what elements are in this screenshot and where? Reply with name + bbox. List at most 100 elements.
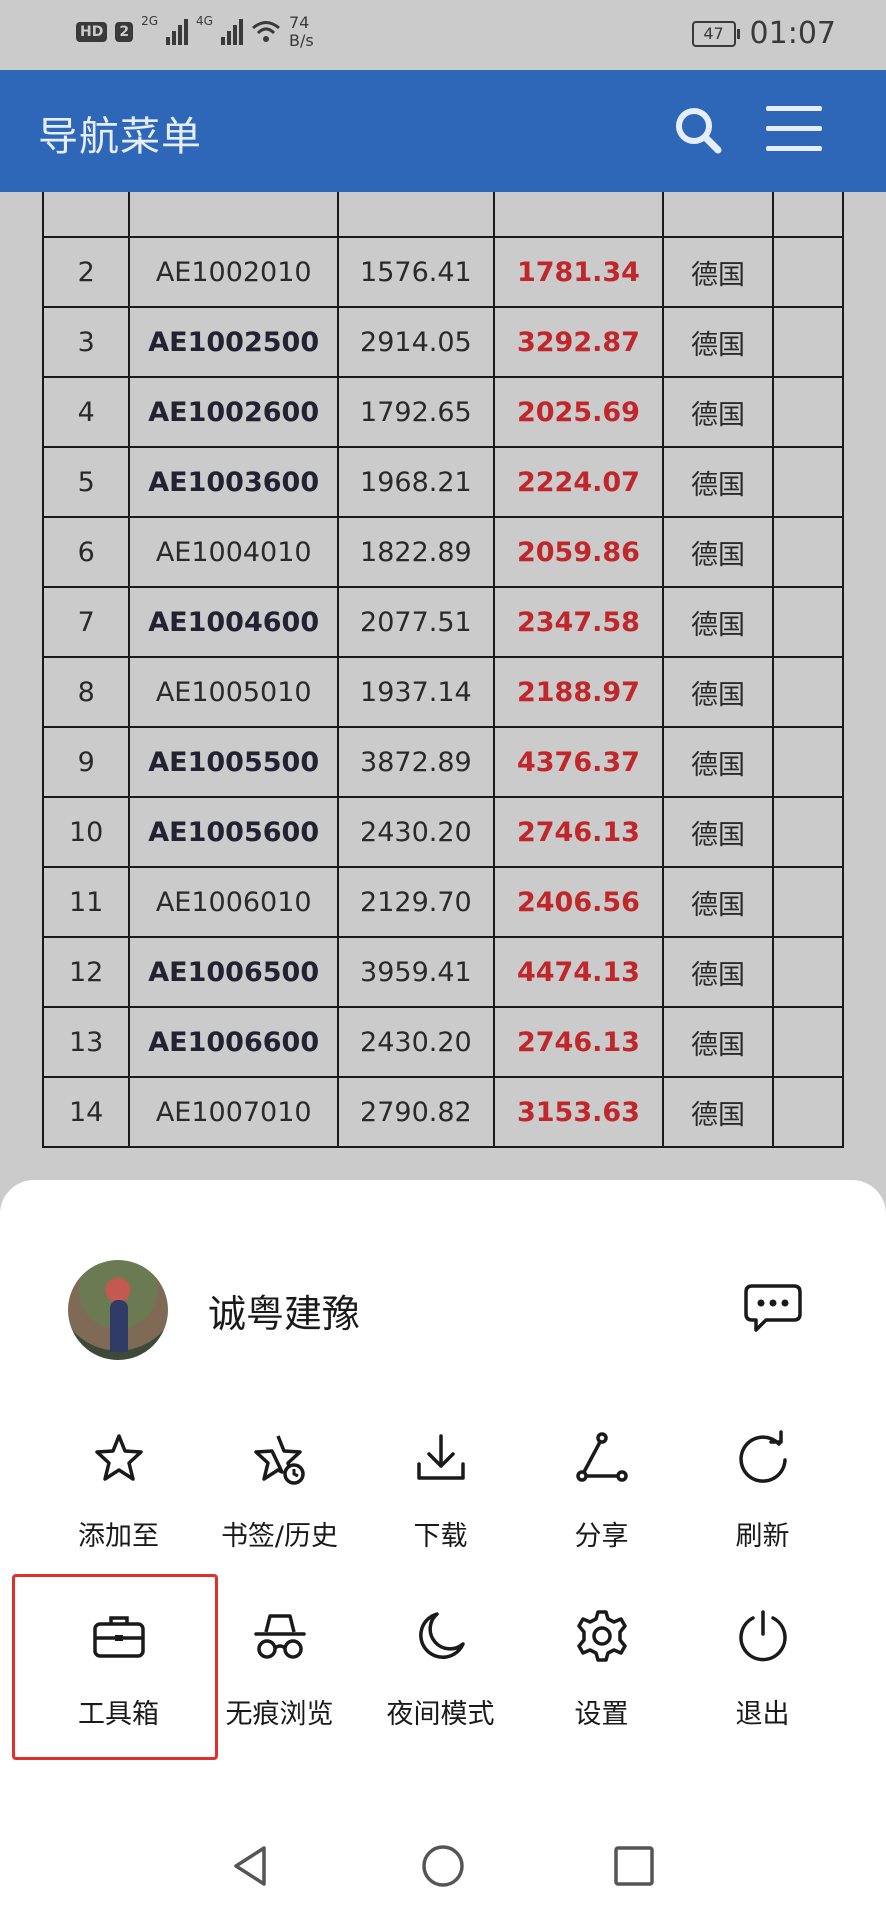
list-price: 1968.21	[337, 446, 495, 518]
empty-cell	[771, 446, 844, 518]
power-icon	[738, 1610, 787, 1662]
origin-country: 德国	[662, 796, 774, 868]
menu-item-share[interactable]: 分享	[521, 1430, 682, 1608]
row-number: 10	[42, 796, 131, 868]
row-number: 12	[42, 936, 131, 1008]
list-price: 2129.70	[337, 866, 495, 938]
sale-price: 2406.56	[492, 866, 665, 938]
list-price: 1822.89	[337, 516, 495, 588]
empty-cell	[771, 236, 844, 308]
table-row: 13 AE1006600 2430.20 2746.13 德国	[42, 1006, 844, 1078]
star-icon	[94, 1434, 143, 1481]
row-number: 7	[42, 586, 131, 658]
network-type-2: 4G	[196, 14, 213, 28]
hamburger-icon[interactable]	[766, 106, 824, 154]
row-number: 5	[42, 446, 131, 518]
list-price: 1576.41	[337, 236, 495, 308]
menu-item-bookmarks-history[interactable]: 书签/历史	[199, 1430, 360, 1608]
list-price: 3959.41	[337, 936, 495, 1008]
table-row: 9 AE1005500 3872.89 4376.37 德国	[42, 726, 844, 798]
sale-price: 3292.87	[492, 306, 665, 378]
menu-item-refresh[interactable]: 刷新	[682, 1430, 843, 1608]
speed-unit: B/s	[288, 31, 314, 50]
menu-item-label: 设置	[574, 1699, 629, 1730]
share-icon	[575, 1432, 628, 1482]
bottom-sheet-menu: 诚粤建豫 添加至 书签/历史 下载 分享 刷新 工具箱 无痕浏览 夜间模式 设置…	[0, 1180, 886, 1920]
product-code: AE1004010	[128, 516, 340, 588]
product-code: AE1002010	[128, 236, 340, 308]
avatar[interactable]	[68, 1260, 168, 1360]
chat-bubble-icon[interactable]	[744, 1282, 802, 1334]
refresh-icon	[738, 1430, 787, 1483]
sale-price: 2347.58	[492, 586, 665, 658]
empty-cell	[771, 726, 844, 798]
sale-price: 2746.13	[492, 1006, 665, 1078]
origin-country: 德国	[662, 446, 774, 518]
price-table-body: 2 AE1002010 1576.41 1781.34 德国 3 AE1002500 2914…	[42, 192, 844, 1148]
status-left: HD 2 2G 4G 74 B/s	[76, 14, 314, 50]
list-price: 1937.14	[337, 656, 495, 728]
toolbox-highlight-box	[12, 1574, 218, 1760]
clock: 01:07	[749, 16, 836, 51]
table-row: 2 AE1002010 1576.41 1781.34 德国	[42, 236, 844, 308]
system-nav-bar	[0, 1820, 886, 1920]
row-number: 14	[42, 1076, 131, 1148]
menu-item-incognito[interactable]: 无痕浏览	[199, 1608, 360, 1786]
product-code: AE1003600	[128, 446, 340, 518]
product-code: AE1006500	[128, 936, 340, 1008]
status-bar: HD 2 2G 4G 74 B/s 47 01:07	[0, 0, 886, 70]
menu-item-label: 分享	[574, 1521, 629, 1552]
menu-item-exit[interactable]: 退出	[682, 1608, 843, 1786]
list-price: 2430.20	[337, 796, 495, 868]
menu-item-settings[interactable]: 设置	[521, 1608, 682, 1786]
menu-item-download[interactable]: 下载	[360, 1430, 521, 1608]
list-price: 1792.65	[337, 376, 495, 448]
menu-item-night-mode[interactable]: 夜间模式	[360, 1608, 521, 1786]
list-price: 2914.05	[337, 306, 495, 378]
nav-header: 导航菜单	[0, 70, 886, 192]
row-number: 6	[42, 516, 131, 588]
empty-cell	[771, 656, 844, 728]
sale-price: 3153.63	[492, 1076, 665, 1148]
sale-price: 2188.97	[492, 656, 665, 728]
home-icon[interactable]	[419, 1842, 467, 1890]
back-icon[interactable]	[228, 1842, 276, 1890]
origin-country: 德国	[662, 656, 774, 728]
menu-item-label: 无痕浏览	[225, 1699, 334, 1730]
row-number: 13	[42, 1006, 131, 1078]
user-name: 诚粤建豫	[208, 1291, 361, 1336]
signal-icon	[220, 19, 243, 45]
product-code: AE1004600	[128, 586, 340, 658]
product-code: AE1007010	[128, 1076, 340, 1148]
search-icon[interactable]	[670, 102, 726, 158]
origin-country: 德国	[662, 306, 774, 378]
row-number: 2	[42, 236, 131, 308]
list-price: 2790.82	[337, 1076, 495, 1148]
empty-cell	[771, 1076, 844, 1148]
table-row: 4 AE1002600 1792.65 2025.69 德国	[42, 376, 844, 448]
sale-price: 2025.69	[492, 376, 665, 448]
menu-item-label: 下载	[413, 1521, 468, 1552]
product-code: AE1002500	[128, 306, 340, 378]
table-row: 7 AE1004600 2077.51 2347.58 德国	[42, 586, 844, 658]
incognito-icon	[253, 1614, 306, 1659]
origin-country: 德国	[662, 1076, 774, 1148]
hd-badge: HD	[76, 22, 108, 42]
gear-icon	[576, 1610, 627, 1662]
origin-country: 德国	[662, 586, 774, 658]
product-code: AE1005010	[128, 656, 340, 728]
menu-item-label: 夜间模式	[386, 1699, 495, 1730]
speed-value: 74	[288, 13, 310, 32]
signal-icon	[166, 19, 189, 45]
product-code: AE1002600	[128, 376, 340, 448]
row-number: 4	[42, 376, 131, 448]
status-right: 47 01:07	[691, 16, 836, 51]
table-row: 10 AE1005600 2430.20 2746.13 德国	[42, 796, 844, 868]
list-price: 2077.51	[337, 586, 495, 658]
product-code: AE1006010	[128, 866, 340, 938]
user-profile[interactable]: 诚粤建豫	[68, 1260, 360, 1360]
origin-country: 德国	[662, 376, 774, 448]
recents-icon[interactable]	[610, 1842, 658, 1890]
empty-cell	[771, 796, 844, 868]
origin-country: 德国	[662, 516, 774, 588]
